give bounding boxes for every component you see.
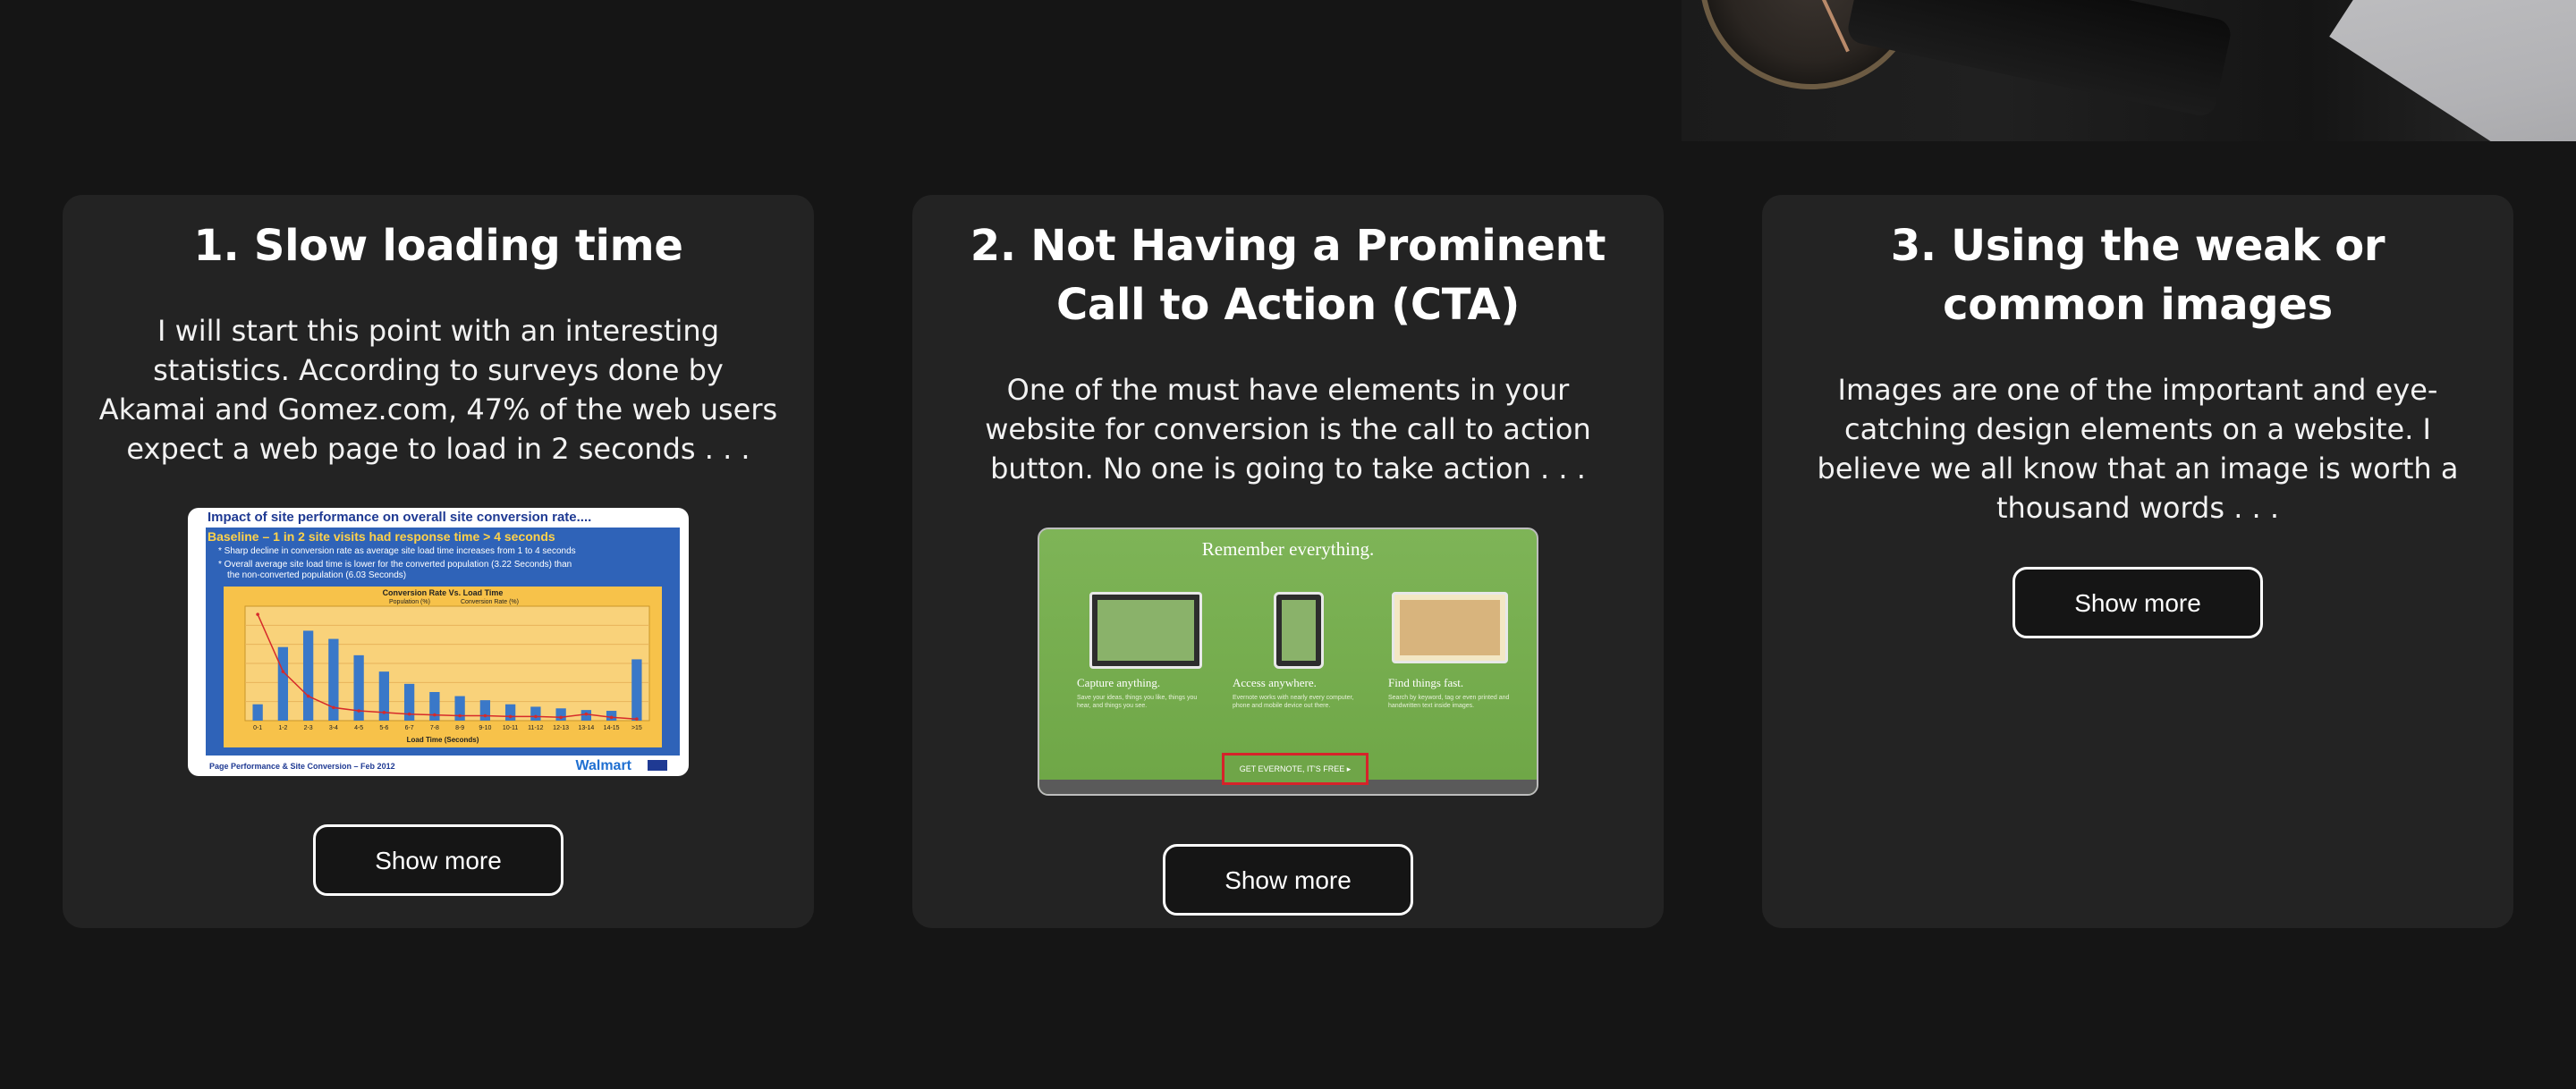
line-point — [559, 715, 563, 720]
line-point — [256, 612, 259, 616]
card-title: 1. Slow loading time — [193, 221, 683, 271]
feature-column: Capture anything. Save your ideas, thing… — [1072, 583, 1215, 717]
feature-title: Capture anything. — [1077, 676, 1161, 689]
feature-text: Search by keyword, tag or even printed a… — [1388, 695, 1510, 709]
line-point — [609, 715, 614, 720]
line-point — [508, 714, 513, 719]
legend-entry: Conversion Rate (%) — [461, 599, 519, 605]
line-point — [306, 694, 310, 698]
feature-title: Find things fast. — [1388, 676, 1464, 689]
landing-heading: Remember everything. — [1201, 538, 1375, 560]
card-call-to-action: 2. Not Having a Prominent Call to Action… — [912, 195, 1664, 928]
hero-image — [1682, 0, 2576, 141]
card-description: One of the must have elements in your we… — [985, 373, 1591, 485]
line-point — [534, 714, 538, 719]
line-point — [584, 712, 589, 716]
card-description: I will start this point with an interest… — [98, 314, 778, 466]
tick-label: >15 — [631, 725, 642, 731]
feature-title: Access anywhere. — [1233, 676, 1317, 689]
card-thumbnail-chart: Impact of site performance on overall si… — [188, 508, 689, 776]
tick-label: 9-10 — [479, 725, 491, 731]
chart-bar — [252, 704, 263, 721]
conversion-chart: Conversion Rate Vs. Load Time Population … — [244, 588, 650, 744]
tick-label: 2-3 — [304, 725, 313, 731]
feature-text: Save your ideas, things you like, things… — [1077, 695, 1198, 709]
card-title: 3. Using the weak or common images — [1890, 221, 2385, 330]
chart-bar — [606, 711, 617, 721]
line-point — [382, 711, 386, 714]
card-thumbnail-landing-page: Remember everything. Capture anything. S… — [1038, 528, 1538, 796]
phone-icon — [1274, 592, 1324, 669]
line-point — [458, 713, 462, 718]
tick-label: 7-8 — [430, 725, 439, 731]
card-title: 2. Not Having a Prominent Call to Action… — [970, 221, 1606, 330]
feature-text: Evernote works with nearly every compute… — [1233, 695, 1354, 709]
line-point — [281, 670, 285, 673]
chart-title: Conversion Rate Vs. Load Time — [383, 588, 504, 597]
chart-slide-title: Impact of site performance on overall si… — [208, 510, 592, 525]
legend-entry: Population (%) — [389, 599, 430, 605]
line-point — [357, 709, 360, 713]
chart-bullet: * Overall average site load time is lowe… — [218, 560, 572, 570]
walmart-logo: Walmart — [575, 758, 631, 773]
line-point — [407, 712, 411, 716]
tick-label: 14-15 — [604, 725, 620, 731]
show-more-button[interactable]: Show more — [313, 824, 564, 896]
tick-label: 4-5 — [354, 725, 363, 731]
chart-bullet: * Sharp decline in conversion rate as av… — [218, 546, 576, 556]
watch-strap-image — [1845, 0, 2233, 119]
tick-label: 8-9 — [455, 725, 464, 731]
paper-image — [2329, 0, 2576, 141]
line-point — [483, 713, 487, 718]
show-more-button[interactable]: Show more — [1163, 844, 1413, 916]
chart-bar — [277, 646, 289, 721]
feature-column: Access anywhere. Evernote works with nea… — [1227, 583, 1370, 717]
card-slow-loading-time: 1. Slow loading time I will start this p… — [63, 195, 814, 928]
x-axis-label: Load Time (Seconds) — [407, 736, 479, 744]
tick-label: 13-14 — [578, 725, 594, 731]
line-point — [433, 713, 436, 717]
line-point — [332, 705, 335, 710]
tick-label: 12-13 — [553, 725, 569, 731]
feature-column: Find things fast. Search by keyword, tag… — [1383, 583, 1526, 717]
line-point — [635, 717, 639, 721]
card-weak-images: 3. Using the weak or common images Image… — [1762, 195, 2513, 928]
tick-label: 0-1 — [253, 725, 262, 731]
recipe-card-icon — [1392, 592, 1508, 663]
tick-label: 5-6 — [379, 725, 388, 731]
laptop-icon — [1089, 592, 1202, 669]
chart-bar — [504, 704, 516, 721]
show-more-button[interactable]: Show more — [2012, 567, 2263, 638]
page: 1. Slow loading time I will start this p… — [0, 0, 2576, 1089]
tick-label: 11-12 — [528, 725, 543, 731]
chart-bar — [302, 630, 314, 721]
tick-label: 6-7 — [405, 725, 414, 731]
chart-bar — [479, 700, 491, 721]
slide-footer: Page Performance & Site Conversion – Feb… — [209, 762, 395, 771]
card-description: Images are one of the important and eye-… — [1817, 373, 2459, 525]
slide-number-badge — [648, 760, 667, 771]
tick-label: 10-11 — [503, 725, 518, 731]
tick-label: 3-4 — [329, 725, 338, 731]
tick-label: 1-2 — [278, 725, 287, 731]
chart-bullet: the non-converted population (6.03 Secon… — [227, 570, 407, 580]
chart-headline: Baseline – 1 in 2 site visits had respon… — [208, 529, 555, 544]
chart-plot-area: Conversion Rate Vs. Load Time Population … — [224, 587, 662, 747]
chart-bar — [631, 659, 642, 721]
landing-cta-button: GET EVERNOTE, IT'S FREE ▸ — [1222, 753, 1368, 785]
chart-bar — [530, 706, 541, 721]
